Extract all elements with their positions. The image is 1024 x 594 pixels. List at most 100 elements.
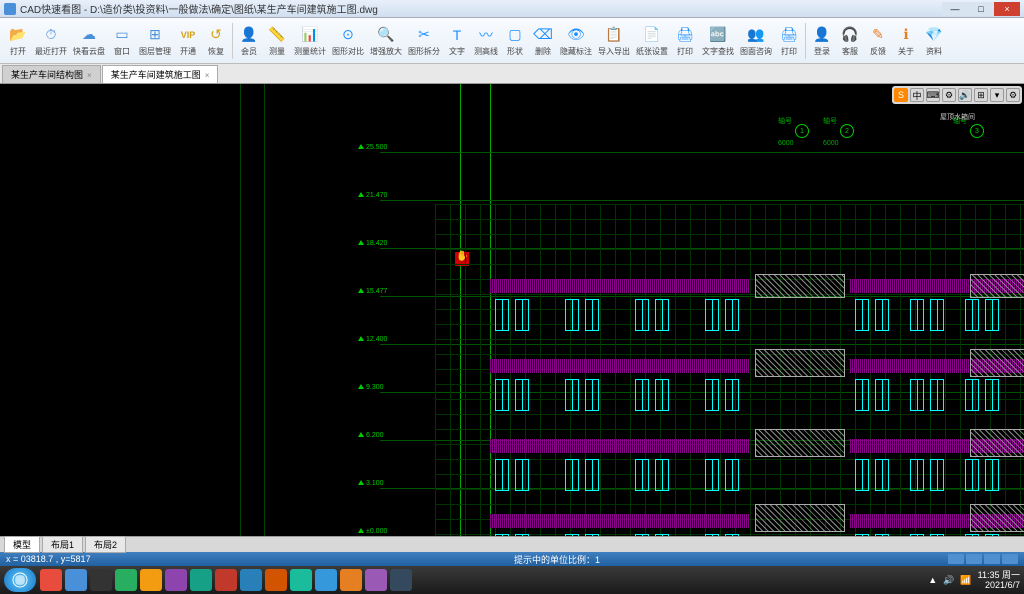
tool-反馈[interactable]: ✎反馈 (864, 23, 892, 59)
doc-tab[interactable]: 某生产车间建筑施工图× (102, 65, 219, 83)
ime-btn[interactable]: ⌨ (926, 88, 940, 102)
status-btn[interactable] (966, 554, 982, 564)
tool-label: 图面咨询 (740, 46, 772, 57)
tool-最近打开[interactable]: ⏱最近打开 (32, 23, 70, 59)
tool-会员[interactable]: 👤会员 (235, 23, 263, 59)
taskbar-app[interactable] (290, 569, 312, 591)
tool-label: 纸张设置 (636, 46, 668, 57)
tool-增强放大[interactable]: 🔍增强放大 (367, 23, 405, 59)
system-tray[interactable]: ▲ 🔊 📶 11:35 周一 2021/6/7 (928, 570, 1020, 590)
layout-tab[interactable]: 布局1 (42, 536, 83, 553)
taskbar-app[interactable] (190, 569, 212, 591)
window-set (705, 379, 739, 411)
tool-关于[interactable]: ℹ关于 (892, 23, 920, 59)
tool-图形对比[interactable]: ⊙图形对比 (329, 23, 367, 59)
tool-文字查找[interactable]: 🔤文字查找 (699, 23, 737, 59)
tab-close-icon[interactable]: × (87, 71, 92, 80)
window-set (495, 379, 529, 411)
window-controls: — □ × (942, 2, 1020, 16)
tool-隐藏标注[interactable]: 👁隐藏标注 (557, 23, 595, 59)
tab-label: 某生产车间结构图 (11, 70, 83, 80)
ime-btn[interactable]: 中 (910, 88, 924, 102)
tool-打开[interactable]: 📂打开 (4, 23, 32, 59)
tool-icon: ⊞ (145, 25, 165, 45)
tool-label: 测量 (269, 46, 285, 57)
clock[interactable]: 11:35 周一 2021/6/7 (978, 570, 1020, 590)
tool-icon: 〰 (476, 25, 496, 45)
tool-开通[interactable]: VIP开通 (174, 23, 202, 59)
tool-登录[interactable]: 👤登录 (808, 23, 836, 59)
tool-icon: ⊙ (338, 25, 358, 45)
drawing-canvas[interactable]: S中⌨⚙🔊⊞▾⚙ 25.50021.47018.42015.47712.4009… (0, 84, 1024, 536)
ime-btn[interactable]: 🔊 (958, 88, 972, 102)
ime-btn[interactable]: ⚙ (942, 88, 956, 102)
taskbar-app[interactable] (115, 569, 137, 591)
close-button[interactable]: × (994, 2, 1020, 16)
ime-btn[interactable]: S (894, 88, 908, 102)
taskbar-app[interactable] (390, 569, 412, 591)
ime-btn[interactable]: ⚙ (1006, 88, 1020, 102)
status-btn[interactable] (948, 554, 964, 564)
doc-tab[interactable]: 某生产车间结构图 × (2, 65, 101, 83)
tray-icon[interactable]: 🔊 (943, 575, 954, 586)
tray-icon[interactable]: 📶 (960, 575, 971, 586)
taskbar-app[interactable] (90, 569, 112, 591)
tool-删除[interactable]: ⌫删除 (529, 23, 557, 59)
taskbar-app[interactable] (340, 569, 362, 591)
tool-文字[interactable]: T文字 (443, 23, 471, 59)
status-btn[interactable] (1002, 554, 1018, 564)
tool-客服[interactable]: 🎧客服 (836, 23, 864, 59)
taskbar-app[interactable] (65, 569, 87, 591)
tool-导入导出[interactable]: 📋导入导出 (595, 23, 633, 59)
window-set (495, 299, 529, 331)
window-set (705, 299, 739, 331)
tool-恢复[interactable]: ↺恢复 (202, 23, 230, 59)
taskbar-app[interactable] (265, 569, 287, 591)
window-set (705, 534, 739, 536)
taskbar-app[interactable] (215, 569, 237, 591)
layout-tab[interactable]: 模型 (4, 536, 40, 553)
windows-taskbar: ▲ 🔊 📶 11:35 周一 2021/6/7 (0, 566, 1024, 594)
start-button[interactable] (4, 568, 36, 592)
tool-窗口[interactable]: ▭窗口 (108, 23, 136, 59)
tool-label: 窗口 (114, 46, 130, 57)
level-line (380, 200, 1024, 201)
tool-打印[interactable]: 🖨打印 (775, 23, 803, 59)
tool-icon: 📄 (642, 25, 662, 45)
tool-icon: ▭ (112, 25, 132, 45)
app-icon (4, 3, 16, 15)
tool-图层管理[interactable]: ⊞图层管理 (136, 23, 174, 59)
tool-图面咨询[interactable]: 👥图面咨询 (737, 23, 775, 59)
tool-图形拆分[interactable]: ✂图形拆分 (405, 23, 443, 59)
status-btn[interactable] (984, 554, 1000, 564)
tray-icon[interactable]: ▲ (928, 575, 937, 585)
ime-btn[interactable]: ▾ (990, 88, 1004, 102)
tool-打印[interactable]: 🖨打印 (671, 23, 699, 59)
taskbar-app[interactable] (315, 569, 337, 591)
maximize-button[interactable]: □ (968, 2, 994, 16)
tool-icon: ⌫ (533, 25, 553, 45)
taskbar-app[interactable] (365, 569, 387, 591)
minimize-button[interactable]: — (942, 2, 968, 16)
taskbar-app[interactable] (240, 569, 262, 591)
tool-测高线[interactable]: 〰测高线 (471, 23, 501, 59)
hatch-area (970, 349, 1024, 377)
window-set (565, 379, 599, 411)
layout-tab[interactable]: 布局2 (85, 536, 126, 553)
tool-label: 形状 (507, 46, 523, 57)
taskbar-app[interactable] (165, 569, 187, 591)
tool-形状[interactable]: ▢形状 (501, 23, 529, 59)
taskbar-app[interactable] (40, 569, 62, 591)
ime-btn[interactable]: ⊞ (974, 88, 988, 102)
window-set (910, 459, 944, 491)
tool-icon: ▢ (505, 25, 525, 45)
taskbar-app[interactable] (140, 569, 162, 591)
tool-测量统计[interactable]: 📊测量统计 (291, 23, 329, 59)
tool-测量[interactable]: 📏测量 (263, 23, 291, 59)
tool-label: 登录 (814, 46, 830, 57)
tool-快看云盘[interactable]: ☁快看云盘 (70, 23, 108, 59)
tool-纸张设置[interactable]: 📄纸张设置 (633, 23, 671, 59)
tool-label: 会员 (241, 46, 257, 57)
tab-close-icon[interactable]: × (205, 71, 210, 80)
tool-资料[interactable]: 💎资料 (920, 23, 948, 59)
